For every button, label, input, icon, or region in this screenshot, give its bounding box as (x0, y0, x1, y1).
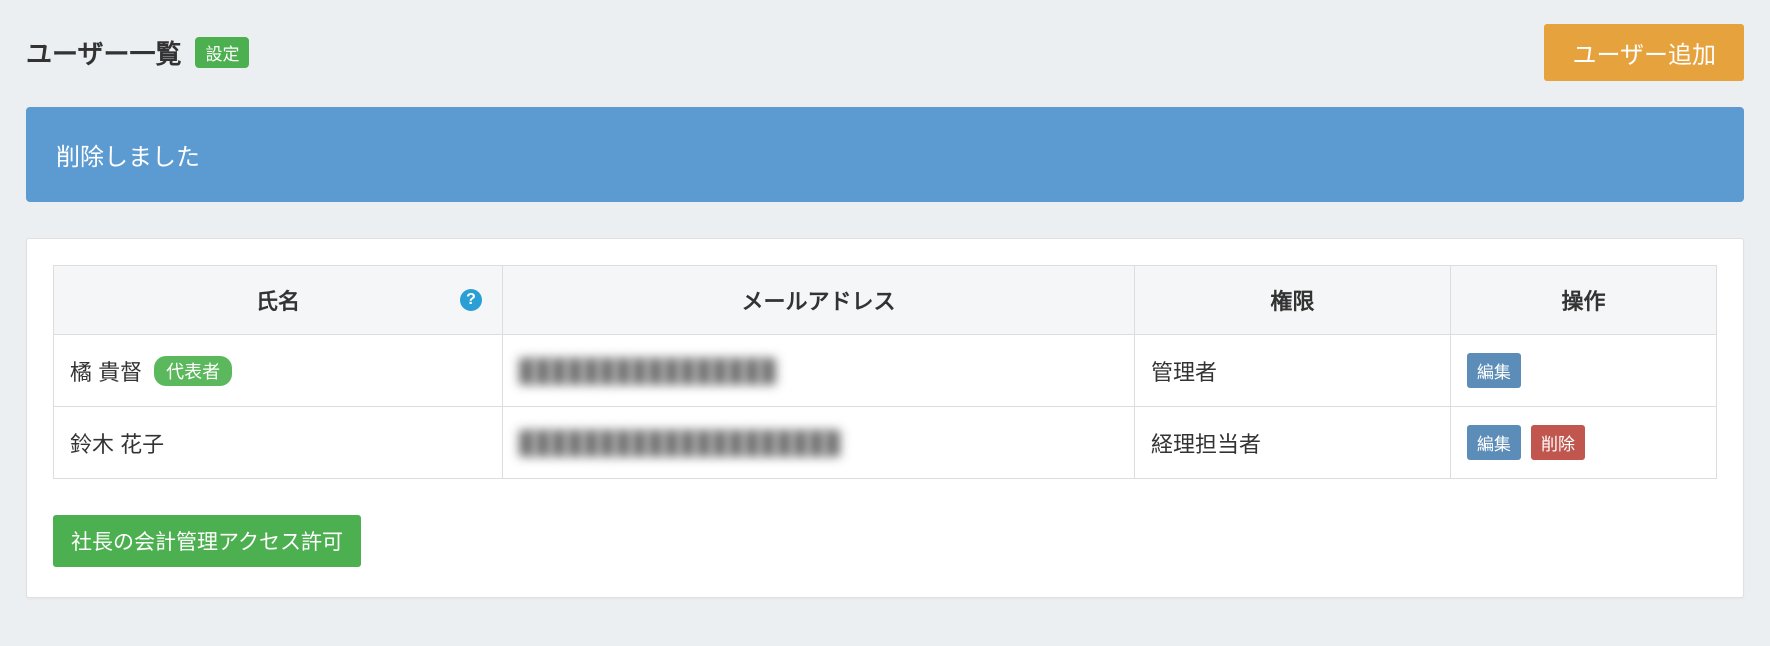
delete-button[interactable]: 削除 (1531, 425, 1585, 460)
user-name: 鈴木 花子 (70, 427, 164, 459)
table-row: 鈴木 花子 ████████████████████ 経理担当者 編集 削除 (54, 407, 1717, 479)
col-header-name-label: 氏名 (256, 289, 300, 314)
edit-button[interactable]: 編集 (1467, 425, 1521, 460)
col-header-email: メールアドレス (503, 266, 1135, 335)
col-header-role: 権限 (1134, 266, 1450, 335)
user-email: ████████████████████ (519, 430, 841, 455)
access-permission-button[interactable]: 社長の会計管理アクセス許可 (53, 515, 361, 567)
representative-badge: 代表者 (154, 356, 232, 386)
table-row: 橘 貴督 代表者 ████████████████ 管理者 編集 (54, 335, 1717, 407)
alert-message: 削除しました (56, 144, 200, 171)
add-user-button[interactable]: ユーザー追加 (1544, 24, 1744, 81)
user-panel: 氏名 ? メールアドレス 権限 操作 橘 貴督 代表者 ████████████… (26, 238, 1744, 598)
header-left: ユーザー一覧 設定 (26, 34, 249, 71)
table-header-row: 氏名 ? メールアドレス 権限 操作 (54, 266, 1717, 335)
user-name: 橘 貴督 (70, 355, 142, 387)
col-header-name: 氏名 ? (54, 266, 503, 335)
user-email: ████████████████ (519, 358, 776, 383)
cell-role: 経理担当者 (1134, 407, 1450, 479)
cell-email: ████████████████ (503, 335, 1135, 407)
help-icon[interactable]: ? (460, 289, 482, 311)
cell-name: 鈴木 花子 (54, 407, 503, 479)
alert-banner: 削除しました (26, 107, 1744, 202)
page-title: ユーザー一覧 (26, 34, 181, 71)
edit-button[interactable]: 編集 (1467, 353, 1521, 388)
cell-action: 編集 (1450, 335, 1716, 407)
settings-badge[interactable]: 設定 (195, 37, 249, 68)
page-header: ユーザー一覧 設定 ユーザー追加 (26, 24, 1744, 81)
cell-role: 管理者 (1134, 335, 1450, 407)
user-table: 氏名 ? メールアドレス 権限 操作 橘 貴督 代表者 ████████████… (53, 265, 1717, 479)
col-header-action: 操作 (1450, 266, 1716, 335)
cell-email: ████████████████████ (503, 407, 1135, 479)
cell-name: 橘 貴督 代表者 (54, 335, 503, 407)
cell-action: 編集 削除 (1450, 407, 1716, 479)
